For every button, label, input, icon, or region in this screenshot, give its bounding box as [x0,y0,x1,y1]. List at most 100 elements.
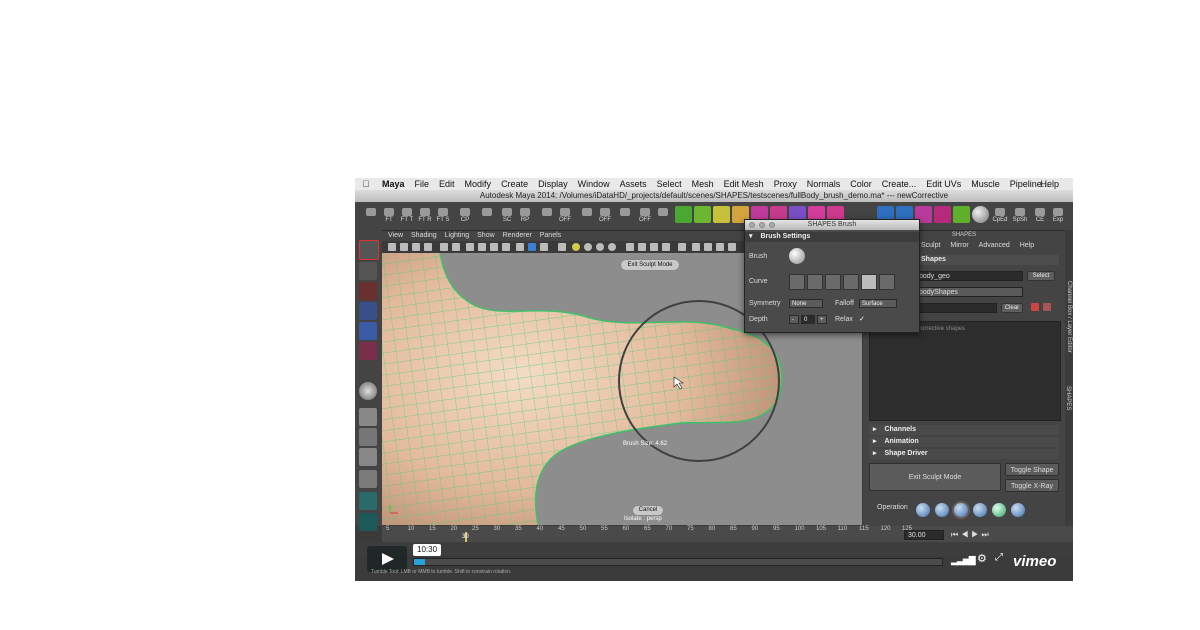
globe-icon[interactable] [992,503,1006,517]
depth-field[interactable]: 0 [801,315,815,324]
shelf-tool[interactable]: SpSh [1012,207,1028,225]
layout-persp-icon[interactable] [359,470,377,488]
clear-button[interactable]: Clear [1001,303,1023,313]
viewport-tool-icon[interactable] [440,243,448,251]
shelf-tool[interactable] [479,207,495,225]
menu-item[interactable]: Edit Mesh [719,179,769,189]
menu-item[interactable]: Color [845,179,877,189]
viewport-tool-icon[interactable] [466,243,474,251]
fullscreen-icon[interactable]: ⤢ [995,552,1003,563]
channels-row[interactable]: ▸ Channels [869,425,1059,435]
shelf-tool[interactable]: FT R [417,207,433,225]
menu-item[interactable]: Edit [434,179,460,189]
shelf-tool[interactable]: OFF [597,207,613,225]
playback-controls[interactable]: ⏮◀▶⏭ [951,530,992,540]
viewport-tool-icon[interactable] [490,243,498,251]
menu-item[interactable]: Modify [460,179,497,189]
curve-preset-icon[interactable] [807,274,823,290]
shapes-list[interactable]: corrective shapes [869,321,1061,421]
menu-item[interactable]: Create [496,179,533,189]
viewport-tool-icon[interactable] [424,243,432,251]
progress-bar[interactable] [413,558,943,566]
viewport-tool-icon[interactable] [662,243,670,251]
viewport-tool-icon[interactable] [502,243,510,251]
menu-item[interactable]: Muscle [966,179,1005,189]
viewport-tool-icon[interactable] [704,243,712,251]
shelf-icon[interactable] [713,206,730,223]
viewport-tool-icon[interactable] [584,243,592,251]
viewport-tool-icon[interactable] [650,243,658,251]
viewport-menu-item[interactable]: Panels [540,231,561,241]
shapes-tab[interactable]: SHAPES [1065,386,1071,416]
shelf-tool[interactable]: FT S [435,207,451,225]
channel-box-tab[interactable]: Channel Box / Layer Editor [1066,281,1072,365]
delete-target-icon[interactable] [1043,303,1051,311]
move-tool-icon[interactable] [359,302,377,320]
blendshape-dropdown[interactable]: bodyShapes [915,287,1023,297]
sculpt-sphere-icon[interactable] [359,382,377,400]
layout-outliner-icon[interactable] [359,492,377,510]
operation-icon[interactable] [1011,503,1025,517]
viewport-tool-icon[interactable] [638,243,646,251]
layout-split-icon[interactable] [359,428,377,446]
viewport-tool-icon[interactable] [540,243,548,251]
viewport-tool-icon[interactable] [478,243,486,251]
scale-tool-icon[interactable] [359,342,377,360]
animation-row[interactable]: ▸ Animation [869,437,1059,447]
symmetry-dropdown[interactable]: None [789,299,823,308]
mesh-field[interactable]: body_geo [915,271,1023,281]
viewport-tool-icon[interactable] [626,243,634,251]
menu-item[interactable]: Mesh [687,179,719,189]
shelf-icon[interactable] [694,206,711,223]
menu-item[interactable]: Display [533,179,573,189]
panel-menu-item[interactable]: Mirror [950,241,968,251]
panel-menu-item[interactable]: Sculpt [921,241,940,251]
menu-item[interactable]: Assets [615,179,652,189]
end-frame-field[interactable]: 30.00 [904,530,944,540]
add-target-icon[interactable] [1031,303,1039,311]
operation-icon[interactable] [916,503,930,517]
shelf-tool[interactable]: Exp [1050,207,1066,225]
exit-sculpt-pill[interactable]: Exit Sculpt Mode [620,259,680,271]
camera-icon[interactable] [388,243,396,251]
viewport-tool-icon[interactable] [412,243,420,251]
brush-sphere-icon[interactable] [789,248,805,264]
cancel-pill[interactable]: Cancel [632,505,664,516]
viewport-menu-item[interactable]: View [388,231,403,241]
apple-icon[interactable]:  [355,179,377,189]
video-embed[interactable]:  Maya File Edit Modify Create Display W… [355,178,1073,581]
shelf-tool[interactable] [539,207,555,225]
zoom-icon[interactable] [769,222,775,228]
viewport-tool-icon[interactable] [678,243,686,251]
select-button[interactable]: Select [1027,271,1055,281]
exit-sculpt-button[interactable]: Exit Sculpt Mode [869,463,1001,491]
menu-item[interactable]: Edit UVs [921,179,966,189]
curve-preset-icon[interactable] [843,274,859,290]
shelf-tool[interactable] [617,207,633,225]
depth-decrement-button[interactable]: - [789,315,799,324]
layout-custom-icon[interactable] [359,513,377,531]
brush-settings-header[interactable]: ▾ Brush Settings [745,232,919,242]
viewport-tool-icon[interactable] [608,243,616,251]
menu-item[interactable]: Proxy [769,179,802,189]
viewport-tool-icon[interactable] [596,243,604,251]
shelf-tool[interactable]: FT [381,207,397,225]
curve-preset-icon[interactable] [825,274,841,290]
curve-preset-icon[interactable] [879,274,895,290]
falloff-dropdown[interactable]: Surface [859,299,897,308]
viewport-menu-item[interactable]: Show [477,231,495,241]
layout-single-icon[interactable] [359,408,377,426]
shelf-tool[interactable]: CP [457,207,473,225]
shelf-tool[interactable] [655,207,671,225]
operation-icon[interactable] [973,503,987,517]
viewport-tool-icon[interactable] [400,243,408,251]
gear-icon[interactable]: ⚙ [977,552,987,565]
range-slider[interactable] [355,542,1073,556]
shelf-tool[interactable]: CpEd [992,207,1008,225]
menu-item[interactable]: Create... [877,179,922,189]
shelf-tool[interactable]: RP [517,207,533,225]
toggle-shape-button[interactable]: Toggle Shape [1005,463,1059,476]
shelf-tool[interactable]: OFF [557,207,573,225]
hamburger-icon[interactable] [363,207,379,225]
shelf-tool[interactable]: CE [1032,207,1048,225]
